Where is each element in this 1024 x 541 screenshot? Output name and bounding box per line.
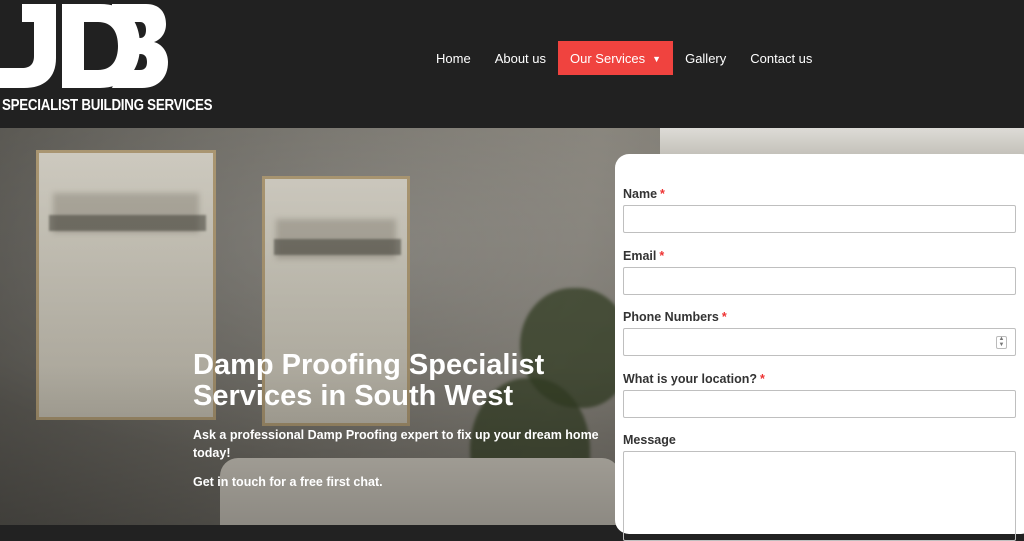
nav-about-label: About us xyxy=(494,50,547,66)
contact-form: Name * Email * Phone Numbers * ▲ ▼ What is y… xyxy=(615,154,1024,541)
nav-services-label: Our Services xyxy=(570,50,646,66)
nav-gallery-label: Gallery xyxy=(685,50,727,66)
nav-contact-label: Contact us xyxy=(750,50,813,66)
nav-home-label: Home xyxy=(436,50,471,66)
name-label: Name * xyxy=(623,187,665,201)
nav-item-contact[interactable]: Contact us xyxy=(738,41,824,75)
location-label: What is your location? * xyxy=(623,372,765,386)
email-label: Email * xyxy=(623,249,665,263)
phone-label: Phone Numbers * xyxy=(623,310,727,324)
message-label: Message xyxy=(623,433,676,447)
hero-cta-text: Get in touch for a free first chat. xyxy=(193,475,383,489)
chevron-down-icon: ▼ xyxy=(652,54,662,64)
message-field[interactable] xyxy=(623,451,1016,541)
location-field[interactable] xyxy=(623,390,1016,418)
hero-subtitle: Ask a professional Damp Proofing expert … xyxy=(193,428,599,460)
phone-field[interactable]: ▲ ▼ xyxy=(623,328,1016,356)
name-field[interactable] xyxy=(623,205,1016,233)
hero-text: Damp Proofing Specialist Services in Sou… xyxy=(193,350,613,491)
logo-tagline: SPECIALIST BUILDING SERVICES xyxy=(2,97,213,114)
logo[interactable]: SPECIALIST BUILDING SERVICES xyxy=(0,4,213,116)
hero-title: Damp Proofing Specialist Services in Sou… xyxy=(193,349,545,412)
email-field[interactable] xyxy=(623,267,1016,295)
main-nav: Home About us Our Services ▼ Gallery Con… xyxy=(424,41,824,75)
nav-item-gallery[interactable]: Gallery xyxy=(673,41,738,75)
number-spinner-icon[interactable]: ▲ ▼ xyxy=(996,336,1007,349)
nav-item-home[interactable]: Home xyxy=(424,41,483,75)
jdb-logo-mark xyxy=(0,4,168,88)
site-header: SPECIALIST BUILDING SERVICES Home About … xyxy=(0,0,1024,128)
nav-item-about[interactable]: About us xyxy=(483,41,558,75)
nav-item-our-services[interactable]: Our Services ▼ xyxy=(558,41,674,75)
